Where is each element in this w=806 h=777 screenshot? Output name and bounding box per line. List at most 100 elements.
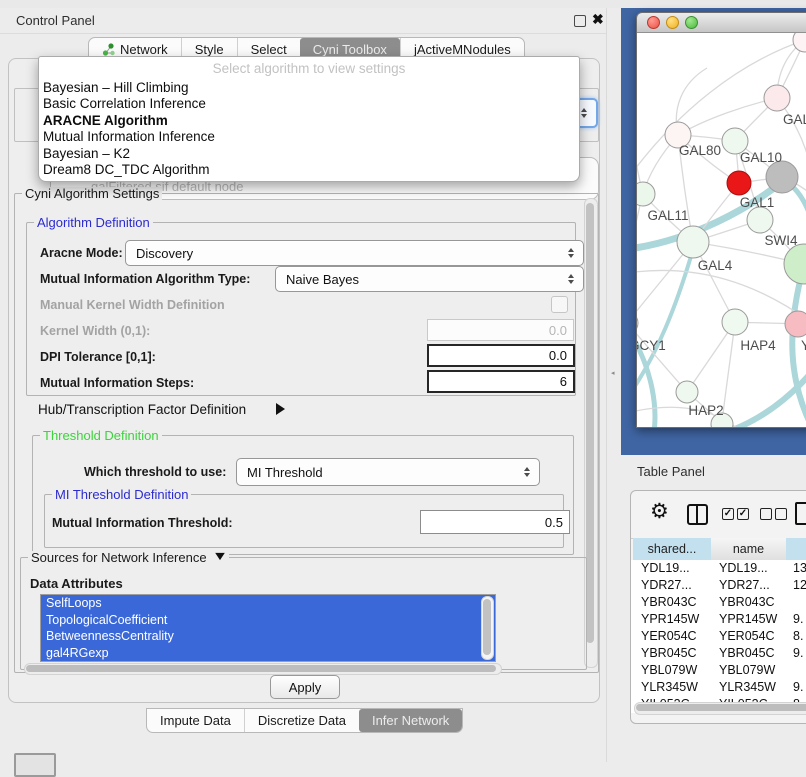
table-cell: 8. <box>793 628 803 645</box>
table-column-header[interactable]: shared... <box>633 538 712 562</box>
table-cell: 9. <box>793 611 803 628</box>
tab-label: Network <box>120 42 168 57</box>
checked-checkbox-icon[interactable]: ✓ <box>722 508 734 520</box>
network-node-gal11[interactable] <box>637 182 655 206</box>
network-canvas[interactable]: GALGAL80GAL10GAL1GAL11SWI4GAL4GCY1HAP4YH… <box>637 33 806 427</box>
control-panel-titlebar: Control Panel ✖ <box>0 8 606 34</box>
aracne-mode-combo[interactable]: Discovery <box>125 240 584 266</box>
table-row[interactable]: YER054CYER054C8. <box>631 628 806 645</box>
panel-splitter[interactable]: ◂ <box>606 8 622 762</box>
checked-checkbox-icon[interactable]: ✓ <box>737 508 749 520</box>
tab-label: Select <box>251 42 287 57</box>
algorithm-option[interactable]: Basic Correlation Inference <box>39 96 579 112</box>
bottom-tab-impute-data[interactable]: Impute Data <box>147 709 244 732</box>
algorithm-option[interactable]: Dream8 DC_TDC Algorithm <box>39 162 579 178</box>
network-node-gal4[interactable] <box>677 226 709 258</box>
network-view-window[interactable]: GALGAL80GAL10GAL1GAL11SWI4GAL4GCY1HAP4YH… <box>636 12 806 428</box>
table-rows: YDL19...YDL19...13YDR27...YDR27...12YBR0… <box>631 560 806 713</box>
mi-threshold-field[interactable]: 0.5 <box>420 510 570 534</box>
bottom-tab-discretize-data[interactable]: Discretize Data <box>244 709 359 732</box>
table-row[interactable]: YPR145WYPR145W9. <box>631 611 806 628</box>
network-desktop: GALGAL80GAL10GAL1GAL11SWI4GAL4GCY1HAP4YH… <box>621 8 806 455</box>
threshold-definition-title: Threshold Definition <box>40 429 162 443</box>
table-row[interactable]: YDL19...YDL19...13 <box>631 560 806 577</box>
float-panel-icon[interactable] <box>574 15 586 27</box>
collapse-sources-icon[interactable] <box>215 553 225 560</box>
mi-algorithm-type-combo[interactable]: Naive Bayes <box>275 266 584 292</box>
mi-steps-field[interactable]: 6 <box>427 370 575 393</box>
window-minimize-icon[interactable] <box>666 16 679 29</box>
data-attributes-list[interactable]: SelfLoopsTopologicalCoefficientBetweenne… <box>40 594 496 662</box>
table-column-header[interactable] <box>786 538 806 562</box>
window-close-icon[interactable] <box>647 16 660 29</box>
window-zoom-icon[interactable] <box>685 16 698 29</box>
network-node-swi4[interactable] <box>747 207 773 233</box>
table-panel-title: Table Panel <box>637 464 705 479</box>
control-panel-title: Control Panel <box>16 13 95 28</box>
control-panel: Control Panel ✖ NetworkStyleSelectCyni T… <box>0 8 606 736</box>
table-row[interactable]: YBR043CYBR043C <box>631 594 806 611</box>
bottom-tab-infer-network[interactable]: Infer Network <box>359 709 462 732</box>
table-hscrollbar-thumb[interactable] <box>636 704 806 711</box>
network-node-hap2[interactable] <box>676 381 698 403</box>
which-threshold-combo[interactable]: MI Threshold <box>236 458 540 486</box>
apply-button[interactable]: Apply <box>270 675 340 699</box>
attributes-hscrollbar-thumb[interactable] <box>26 665 496 672</box>
splitter-grip-icon[interactable]: ◂ <box>611 370 617 377</box>
network-node-y[interactable] <box>785 311 806 337</box>
export-table-icon[interactable] <box>795 502 806 525</box>
attributes-vertical-scrollbar[interactable] <box>481 596 494 660</box>
node-label: HAP2 <box>688 403 723 418</box>
algorithm-dropdown-popup: Select algorithm to view settings Bayesi… <box>38 56 580 182</box>
network-node[interactable] <box>766 161 798 193</box>
hub-definition-label: Hub/Transcription Factor Definition <box>38 402 246 417</box>
table-row[interactable]: YLR345WYLR345W9. <box>631 679 806 696</box>
algorithm-option[interactable]: Bayesian – Hill Climbing <box>39 80 579 96</box>
node-label: HAP4 <box>740 338 776 353</box>
table-row[interactable]: YBR045CYBR045C9. <box>631 645 806 662</box>
attributes-horizontal-scrollbar[interactable] <box>24 663 502 675</box>
data-attribute-item[interactable]: BetweennessCentrality <box>41 628 495 645</box>
attributes-scrollbar-thumb[interactable] <box>483 599 491 655</box>
network-node-hap4[interactable] <box>722 309 748 335</box>
manual-kernel-width-checkbox[interactable] <box>551 296 568 313</box>
expand-hub-section-icon[interactable] <box>276 403 285 415</box>
data-attribute-item[interactable]: gal4RGexp <box>41 645 495 662</box>
network-window-titlebar[interactable] <box>637 13 806 33</box>
algorithm-option[interactable]: Mutual Information Inference <box>39 129 579 145</box>
table-cell: 9. <box>793 679 803 696</box>
table-cell: YDR27... <box>719 577 770 594</box>
table-cell: YDL19... <box>719 560 768 577</box>
spinner-arrows-icon <box>581 108 587 118</box>
network-icon <box>102 43 115 56</box>
table-horizontal-scrollbar[interactable] <box>634 702 806 715</box>
table-row[interactable]: YBL079WYBL079W <box>631 662 806 679</box>
network-node-gal1[interactable] <box>727 171 751 195</box>
unchecked-checkbox-icon[interactable] <box>775 508 787 520</box>
network-node-gal[interactable] <box>764 85 790 111</box>
table-column-header[interactable]: name <box>711 538 787 562</box>
unchecked-checkbox-icon[interactable] <box>760 508 772 520</box>
bottom-partial-icon[interactable] <box>14 753 56 777</box>
table-browser: ⚙ ✓ ✓ shared...name YDL19...YDL19...13YD… <box>630 490 806 724</box>
data-attribute-item[interactable]: TopologicalCoefficient <box>41 612 495 629</box>
settings-scrollbar-thumb[interactable] <box>586 203 594 643</box>
close-panel-icon[interactable]: ✖ <box>592 11 604 28</box>
table-cell: YBL079W <box>719 662 775 679</box>
network-node-gcy1[interactable] <box>637 312 638 334</box>
manual-kernel-width-label: Manual Kernel Width Definition <box>40 298 225 312</box>
kernel-width-label: Kernel Width (0,1): <box>40 324 150 338</box>
kernel-width-field[interactable]: 0.0 <box>427 319 574 341</box>
algorithm-option[interactable]: ARACNE Algorithm <box>39 113 579 129</box>
algorithm-option[interactable]: Bayesian – K2 <box>39 146 579 162</box>
split-columns-icon[interactable] <box>687 504 708 525</box>
dpi-tolerance-field[interactable]: 0.0 <box>427 344 575 367</box>
table-toolbar: ⚙ ✓ ✓ <box>631 491 806 539</box>
table-row[interactable]: YDR27...YDR27...12 <box>631 577 806 594</box>
tab-label: jActiveMNodules <box>414 42 511 57</box>
data-attribute-item[interactable]: SelfLoops <box>41 595 495 612</box>
dpi-tolerance-label: DPI Tolerance [0,1]: <box>40 350 156 364</box>
tab-label: Style <box>195 42 224 57</box>
network-node[interactable] <box>784 244 806 284</box>
table-settings-gear-icon[interactable]: ⚙ <box>650 499 669 524</box>
